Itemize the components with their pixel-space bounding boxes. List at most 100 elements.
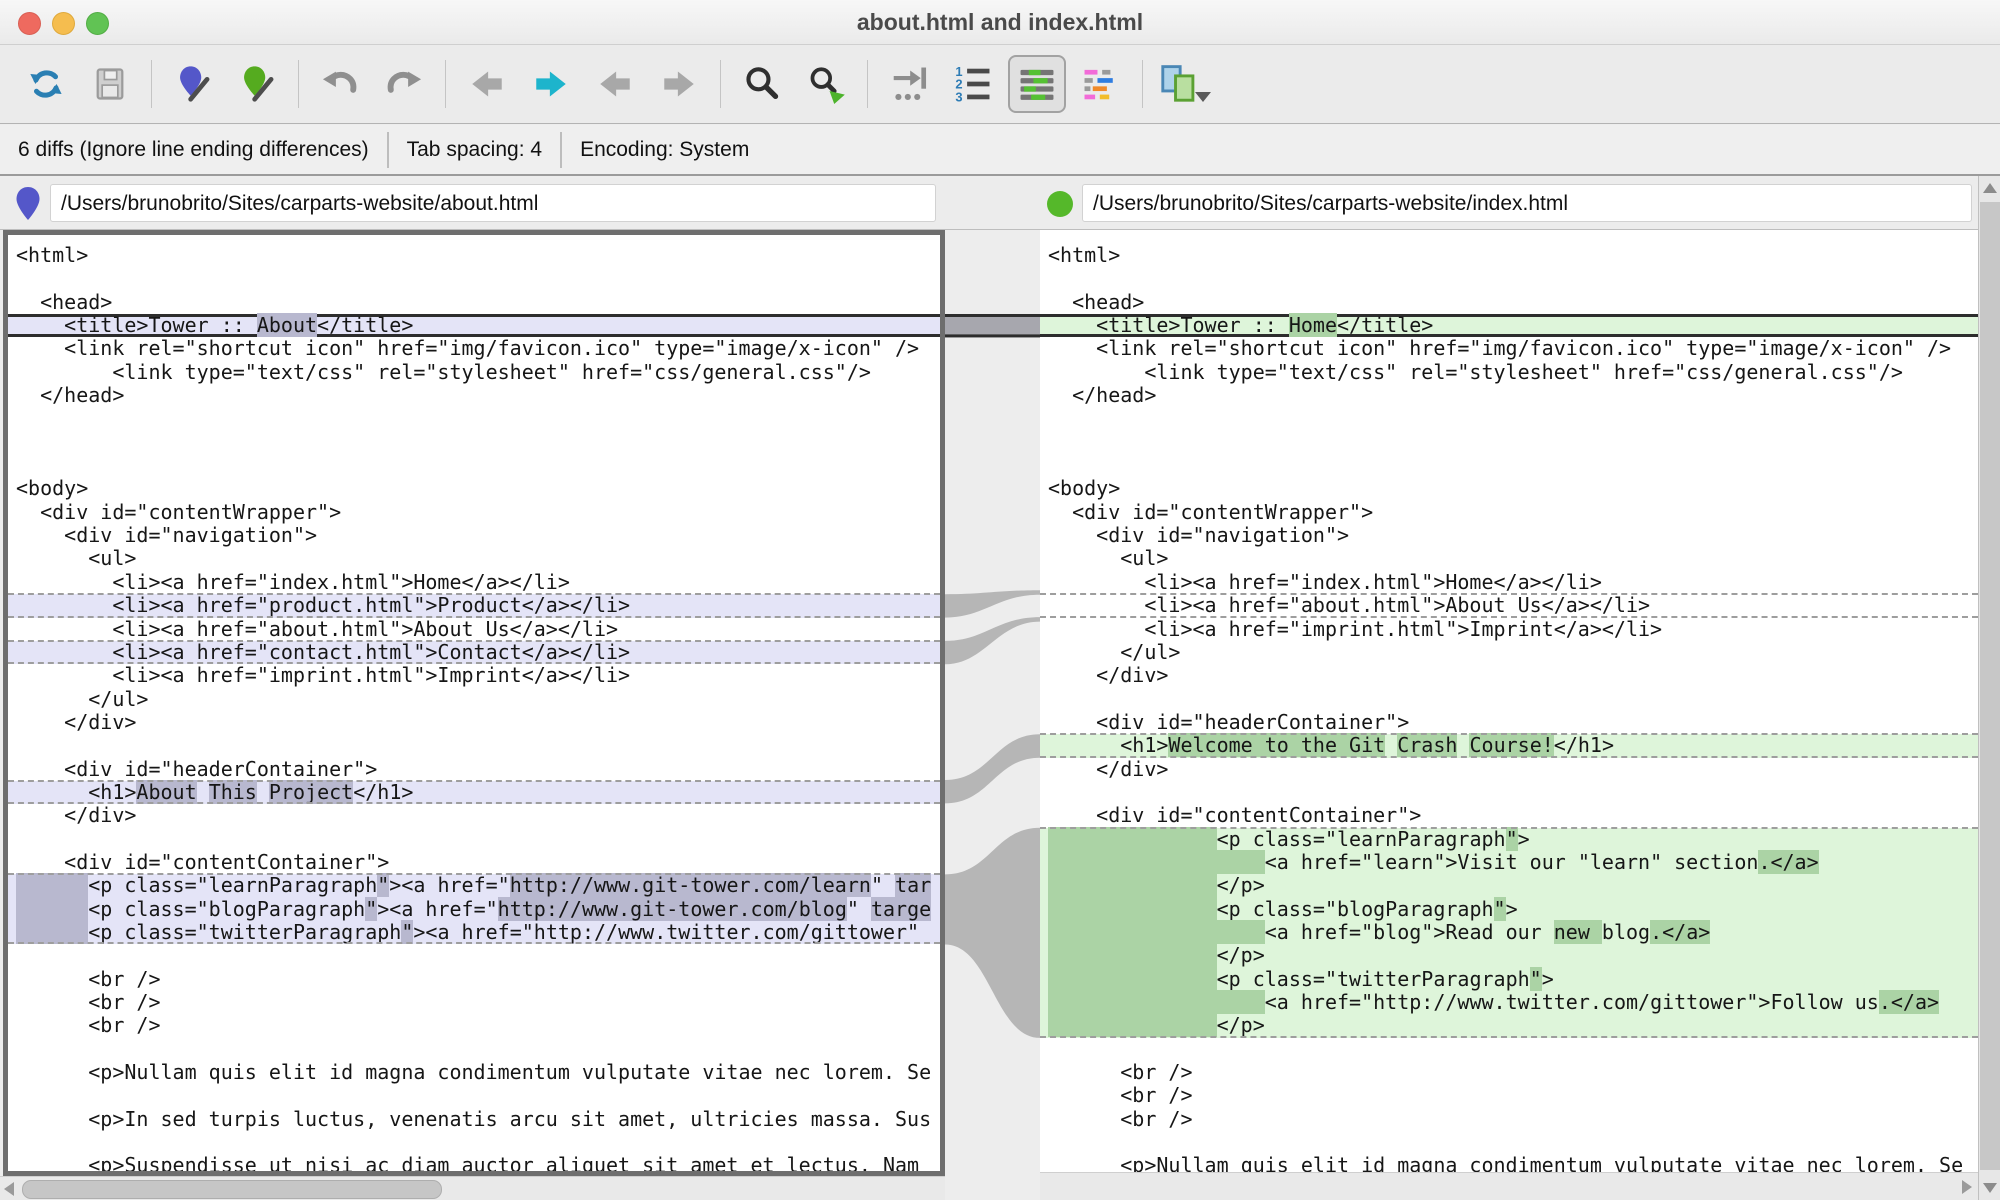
left-code-pane[interactable]: <html> <head> <title>Tower :: About</tit… [3,230,945,1176]
code-line[interactable]: </p> [1040,1014,1978,1037]
vertical-scrollbar[interactable] [1978,176,2000,1200]
code-line[interactable] [1040,1038,1978,1061]
left-bookmark-button[interactable] [164,55,222,113]
search-button[interactable] [733,55,791,113]
merge-left-button[interactable] [586,55,644,113]
vertical-scroll-thumb[interactable] [1980,202,2000,1170]
code-line[interactable] [1040,407,1978,430]
refresh-button[interactable] [17,55,75,113]
code-line[interactable]: <p class="blogParagraph"><a href="http:/… [8,898,940,921]
code-line[interactable]: <link rel="shortcut icon" href="img/favi… [8,337,940,360]
code-line[interactable] [8,431,940,454]
code-line[interactable]: <div id="contentWrapper"> [1040,501,1978,524]
code-line[interactable] [8,454,940,477]
code-line[interactable] [8,1084,940,1107]
code-line[interactable]: <div id="contentWrapper"> [8,501,940,524]
left-file-path-field[interactable]: /Users/brunobrito/Sites/carparts-website… [50,184,936,222]
tab-settings-button[interactable] [880,55,938,113]
code-line[interactable] [1040,781,1978,804]
code-line[interactable]: <ul> [8,547,940,570]
code-line[interactable]: <div id="contentContainer"> [1040,804,1978,827]
code-line[interactable]: <link rel="shortcut icon" href="img/favi… [1040,337,1978,360]
code-line[interactable] [8,1038,940,1061]
scroll-up-arrow[interactable] [1979,176,2000,200]
code-line[interactable]: <p class="learnParagraph"><a href="http:… [8,874,940,897]
code-line[interactable] [8,1131,940,1154]
merge-right-button[interactable] [650,55,708,113]
scroll-down-arrow[interactable] [1979,1176,2000,1200]
code-line[interactable]: <body> [1040,477,1978,500]
code-line[interactable]: <title>Tower :: About</title> [8,314,940,337]
code-line[interactable] [8,944,940,967]
code-line[interactable]: <html> [8,244,940,267]
code-line[interactable]: </p> [1040,944,1978,967]
code-line[interactable]: <div id="contentContainer"> [8,851,940,874]
code-line[interactable]: <li><a href="about.html">About Us</a></l… [8,618,940,641]
code-line[interactable]: <title>Tower :: Home</title> [1040,314,1978,337]
inline-diff-view-button[interactable] [1008,55,1066,113]
code-line[interactable]: <li><a href="index.html">Home</a></li> [8,571,940,594]
code-line[interactable]: </div> [1040,664,1978,687]
code-line[interactable]: <div id="headerContainer"> [1040,711,1978,734]
code-line[interactable]: </div> [8,804,940,827]
code-line[interactable] [1040,267,1978,290]
code-line[interactable]: </head> [1040,384,1978,407]
copy-merge-button[interactable] [1155,55,1213,113]
code-line[interactable]: <link type="text/css" rel="stylesheet" h… [8,361,940,384]
code-line[interactable]: <br /> [1040,1061,1978,1084]
code-line[interactable]: </p> [1040,874,1978,897]
code-line[interactable] [8,267,940,290]
code-line[interactable]: </ul> [8,688,940,711]
right-file-path-field[interactable]: /Users/brunobrito/Sites/carparts-website… [1082,184,1972,222]
next-diff-button[interactable] [522,55,580,113]
code-line[interactable]: </div> [1040,758,1978,781]
code-line[interactable]: <li><a href="contact.html">Contact</a></… [8,641,940,664]
block-diff-view-button[interactable] [1072,55,1130,113]
code-line[interactable]: <div id="headerContainer"> [8,758,940,781]
right-bookmark-button[interactable] [228,55,286,113]
code-line[interactable]: <div id="navigation"> [1040,524,1978,547]
code-line[interactable]: <li><a href="imprint.html">Imprint</a></… [1040,618,1978,641]
code-line[interactable]: </div> [8,711,940,734]
code-line[interactable]: <li><a href="imprint.html">Imprint</a></… [8,664,940,687]
save-button[interactable] [81,55,139,113]
code-line[interactable]: <li><a href="about.html">About Us</a></l… [1040,594,1978,617]
scroll-right-arrow-icon[interactable] [1960,1179,1974,1195]
left-horizontal-scroll-thumb[interactable] [22,1180,442,1199]
code-line[interactable]: <link type="text/css" rel="stylesheet" h… [1040,361,1978,384]
code-line[interactable] [8,828,940,851]
code-line[interactable]: <p class="twitterParagraph"> [1040,968,1978,991]
scroll-left-arrow-icon[interactable] [2,1181,16,1197]
code-line[interactable] [1040,688,1978,711]
code-line[interactable]: <ul> [1040,547,1978,570]
code-line[interactable]: <body> [8,477,940,500]
prev-diff-button[interactable] [458,55,516,113]
left-horizontal-scrollbar[interactable] [0,1176,945,1200]
code-line[interactable]: <p class="blogParagraph"> [1040,898,1978,921]
code-line[interactable] [1040,1131,1978,1154]
code-line[interactable]: <p class="learnParagraph"> [1040,828,1978,851]
code-line[interactable]: <h1>About This Project</h1> [8,781,940,804]
code-line[interactable]: <a href="blog">Read our new blog.</a> [1040,921,1978,944]
code-line[interactable]: <p>Nullam quis elit id magna condimentum… [8,1061,940,1084]
code-line[interactable] [8,734,940,757]
redo-button[interactable] [375,55,433,113]
undo-button[interactable] [311,55,369,113]
code-line[interactable]: <br /> [8,968,940,991]
line-numbers-button[interactable]: 1 2 3 [944,55,1002,113]
right-horizontal-scrollbar[interactable] [1040,1172,1978,1200]
code-line[interactable]: <p class="twitterParagraph"><a href="htt… [8,921,940,944]
code-line[interactable]: <p>Nullam quis elit id magna condimentum… [1040,1154,1978,1172]
code-line[interactable]: <p>In sed turpis luctus, venenatis arcu … [8,1108,940,1131]
code-line[interactable]: <br /> [8,991,940,1014]
code-line[interactable]: </ul> [1040,641,1978,664]
code-line[interactable]: <p>Suspendisse ut nisi ac diam auctor al… [8,1154,940,1176]
code-line[interactable]: <html> [1040,244,1978,267]
code-line[interactable] [8,407,940,430]
search-next-button[interactable] [797,55,855,113]
code-line[interactable]: <div id="navigation"> [8,524,940,547]
code-line[interactable]: <head> [8,291,940,314]
code-line[interactable]: <br /> [1040,1108,1978,1131]
code-line[interactable]: <li><a href="index.html">Home</a></li> [1040,571,1978,594]
code-line[interactable]: <a href="learn">Visit our "learn" sectio… [1040,851,1978,874]
